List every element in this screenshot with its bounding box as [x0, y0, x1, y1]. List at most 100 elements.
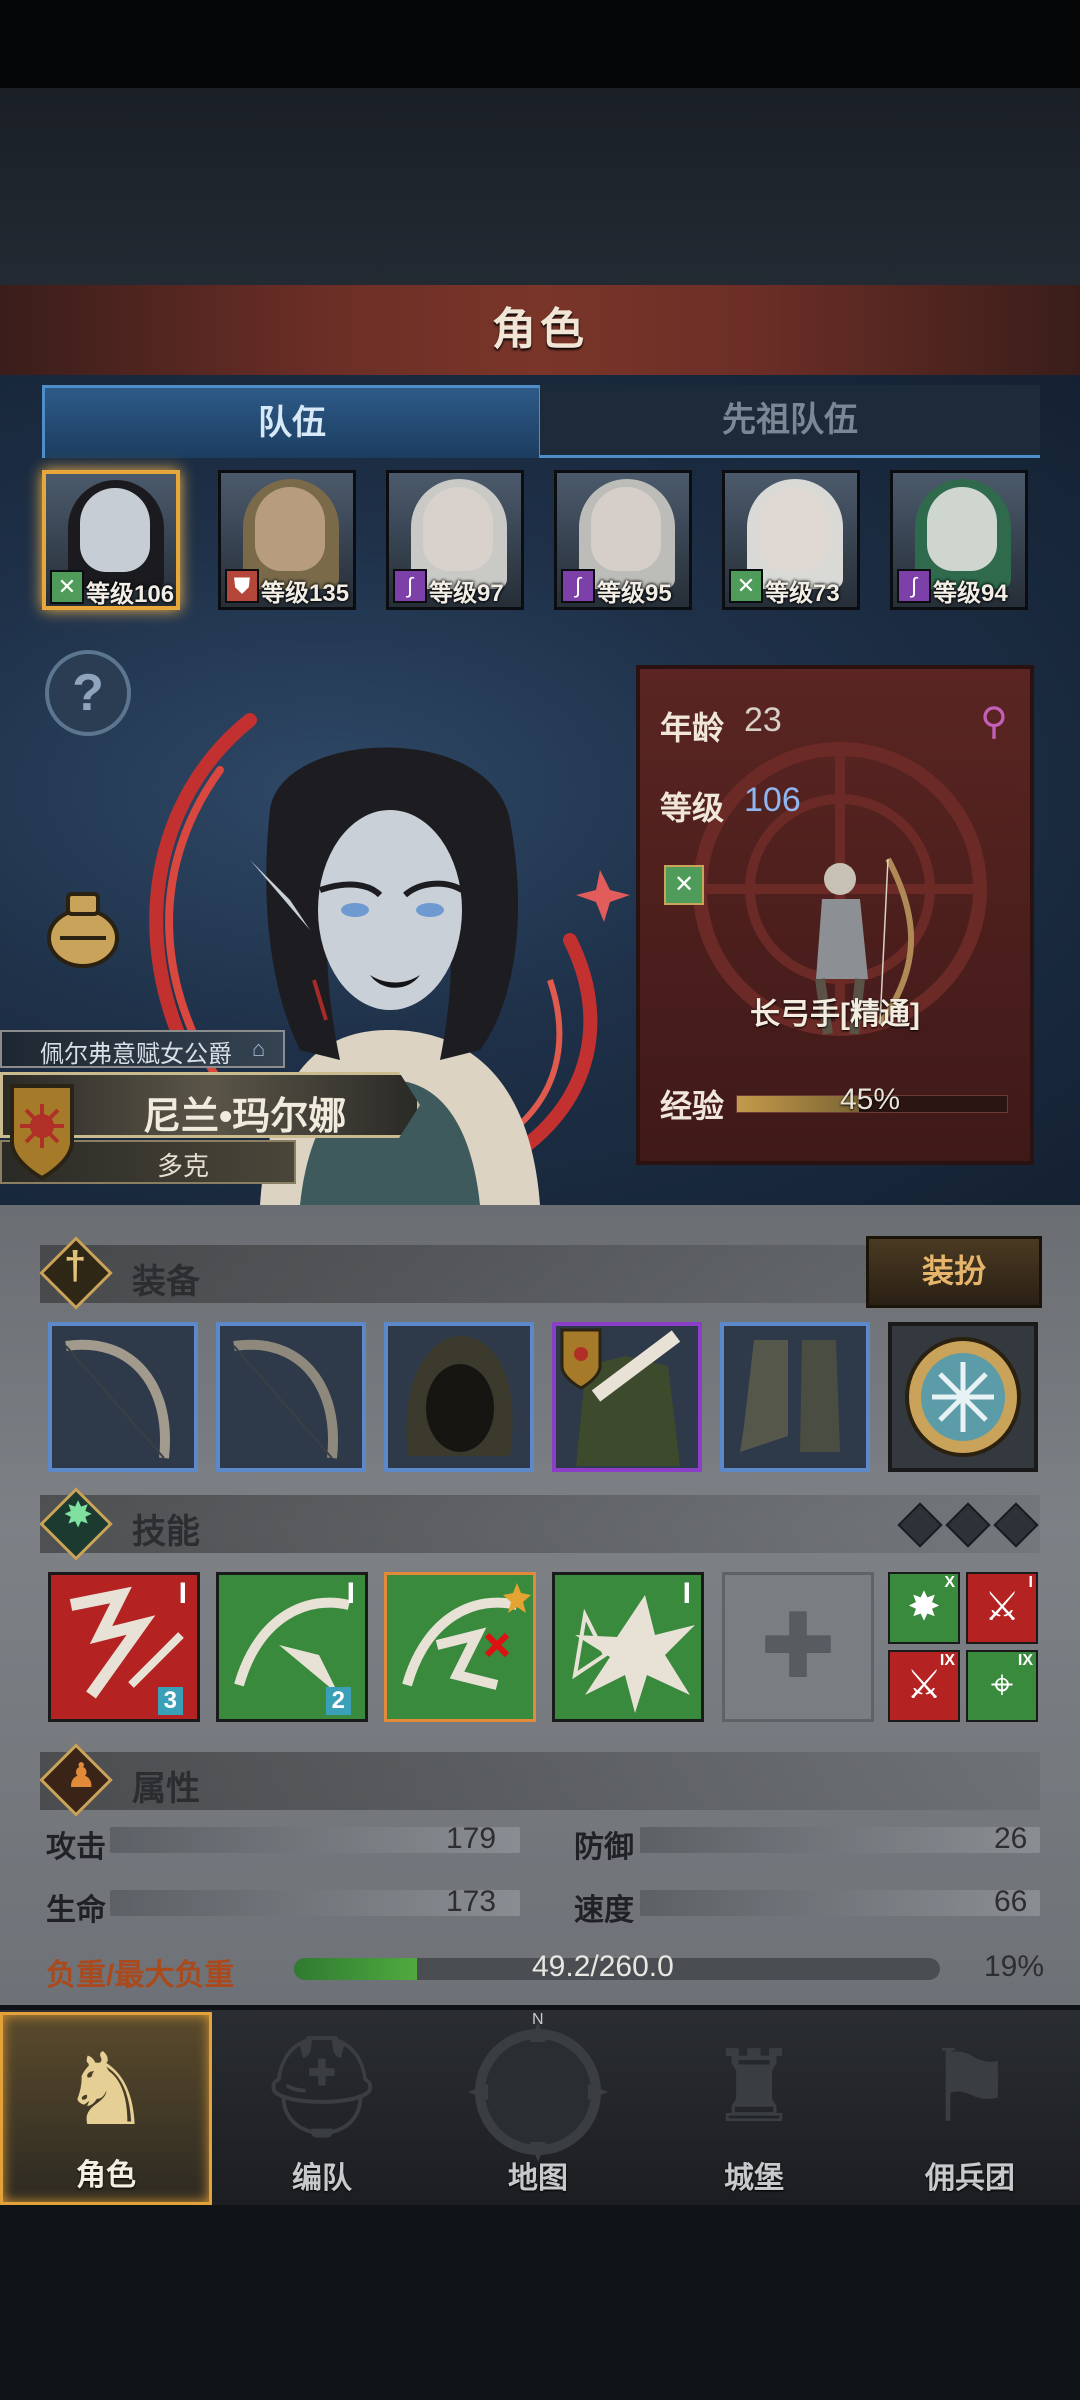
- skill-slot-empty[interactable]: ✚: [722, 1572, 874, 1722]
- compass-icon: N: [468, 2011, 608, 2162]
- tab-ancestor-party[interactable]: 先祖队伍: [540, 385, 1040, 458]
- nav-formation[interactable]: ⛑ 编队: [216, 2012, 428, 2205]
- party-member-4[interactable]: ∫ 等级95: [554, 470, 692, 610]
- nav-castle[interactable]: ♜ 城堡: [648, 2012, 860, 2205]
- staff-icon: ∫: [561, 569, 595, 603]
- defense-value: 26: [994, 1822, 1028, 1855]
- attack-label: 攻击: [46, 1831, 106, 1864]
- skill-slot-1[interactable]: I 3: [48, 1572, 200, 1722]
- nav-label: 角色: [76, 2159, 136, 2192]
- boots-icon: [740, 1340, 840, 1452]
- nav-label: 佣兵团: [925, 2162, 1015, 2195]
- attack-value: 179: [446, 1822, 497, 1855]
- skill-rank: I: [346, 1577, 355, 1610]
- shield-icon: ⛊: [225, 569, 259, 603]
- sword-icon: ⚔: [984, 1585, 1020, 1629]
- skill-slot-3[interactable]: [384, 1572, 536, 1722]
- nav-map[interactable]: N 地图: [432, 2011, 644, 2205]
- equip-slot-body[interactable]: [552, 1322, 702, 1472]
- party-member-1[interactable]: ✕ 等级106: [42, 470, 180, 610]
- party-member-2[interactable]: ⛊ 等级135: [218, 470, 356, 610]
- speed-bar: [640, 1890, 1040, 1916]
- character-title: 佩尔弗意赋女公爵: [40, 1041, 232, 1068]
- passive-skill-4[interactable]: ⌖ IX: [966, 1650, 1038, 1722]
- tab-party[interactable]: 队伍: [42, 385, 542, 458]
- equip-slot-weapon[interactable]: [48, 1322, 198, 1472]
- party-member-6[interactable]: ∫ 等级94: [890, 470, 1028, 610]
- bottom-area: [0, 2205, 1080, 2400]
- skill-rank: I: [178, 1577, 187, 1610]
- nav-mercenaries[interactable]: ⚑ 佣兵团: [864, 2012, 1076, 2205]
- dress-up-button[interactable]: 装扮: [866, 1236, 1042, 1308]
- bow-icon: ✕: [729, 569, 763, 603]
- burst-icon: [572, 1595, 695, 1713]
- skill-count: 2: [325, 1687, 351, 1715]
- portrait-face: [591, 487, 661, 571]
- class-bow-icon: ✕: [664, 865, 704, 905]
- portrait-face: [255, 487, 325, 571]
- equip-slot-offhand[interactable]: [216, 1322, 366, 1472]
- load-bar-fill: [294, 1958, 417, 1980]
- passive-skill-2[interactable]: ⚔ I: [966, 1572, 1038, 1644]
- star-icon: ✸: [63, 1494, 94, 1535]
- party-level: 等级97: [429, 580, 504, 607]
- equip-slot-accessory[interactable]: [888, 1322, 1038, 1472]
- equip-slot-feet[interactable]: [720, 1322, 870, 1472]
- top-background: [0, 88, 1080, 288]
- staff-icon: ∫: [393, 569, 427, 603]
- female-icon: ⚲: [980, 701, 1008, 743]
- party-level: 等级106: [86, 581, 175, 608]
- castle-icon: ♜: [709, 2031, 799, 2143]
- longbow-icon: [65, 1339, 170, 1459]
- skills-title: 技能: [132, 1513, 200, 1551]
- age-label: 年龄: [660, 710, 725, 746]
- passive-skill-3[interactable]: ⚔ IX: [888, 1650, 960, 1722]
- crown-icon: ⌂: [252, 1036, 266, 1061]
- defense-bar: [640, 1827, 1040, 1853]
- level-value: 106: [744, 781, 801, 819]
- nav-character[interactable]: ♞ 角色: [0, 2012, 212, 2205]
- load-value: 49.2/260.0: [532, 1950, 674, 1983]
- hood-icon: [406, 1336, 513, 1456]
- character-name: 尼兰•玛尔娜: [143, 1096, 347, 1138]
- speed-value: 66: [994, 1885, 1028, 1918]
- longbow-icon: [233, 1339, 338, 1459]
- passive-skill-1[interactable]: ✸ X: [888, 1572, 960, 1644]
- skill-rank: IX: [1017, 1652, 1033, 1669]
- bow-icon: ✕: [50, 570, 84, 604]
- party-level: 等级95: [597, 580, 672, 607]
- equip-slot-head[interactable]: [384, 1322, 534, 1472]
- level-label: 等级: [660, 790, 725, 826]
- party-member-3[interactable]: ∫ 等级97: [386, 470, 524, 610]
- exp-label: 经验: [660, 1088, 725, 1124]
- load-percent: 19%: [984, 1950, 1045, 1983]
- party-member-5[interactable]: ✕ 等级73: [722, 470, 860, 610]
- portrait-face: [423, 487, 493, 571]
- cloak-icon: [560, 1328, 681, 1466]
- heraldry-shield-icon: [10, 1084, 74, 1181]
- speed-label: 速度: [574, 1894, 634, 1927]
- equipment-title: 装备: [132, 1263, 200, 1301]
- party-level: 等级73: [765, 580, 840, 607]
- defense-label: 防御: [574, 1831, 634, 1864]
- portrait-face: [927, 487, 997, 571]
- attributes-title: 属性: [132, 1770, 200, 1808]
- portrait-face: [759, 487, 829, 571]
- skill-rank: IX: [939, 1652, 955, 1669]
- skill-slot-2[interactable]: I 2: [216, 1572, 368, 1722]
- hp-label: 生命: [46, 1894, 106, 1927]
- nav-label: 编队: [292, 2162, 352, 2195]
- staff-icon: ∫: [897, 569, 931, 603]
- bag-icon[interactable]: [40, 880, 126, 970]
- skill-slot-4[interactable]: I: [552, 1572, 704, 1722]
- svg-text:N: N: [532, 2012, 544, 2028]
- title-banner: 佩尔弗意赋女公爵 ⌂: [0, 1030, 285, 1068]
- portrait-face: [80, 488, 150, 572]
- character-info-panel: 年龄 23 ⚲ 等级 106 ✕ 长弓手[精通] 经验 45%: [636, 665, 1034, 1165]
- age-value: 23: [744, 701, 782, 739]
- aimed-shot-icon: [402, 1583, 531, 1690]
- knight-icon: ♞: [61, 2034, 151, 2146]
- skill-rank: X: [944, 1574, 955, 1591]
- page-title: 角色: [492, 305, 588, 354]
- load-label: 负重/最大负重: [46, 1959, 235, 1992]
